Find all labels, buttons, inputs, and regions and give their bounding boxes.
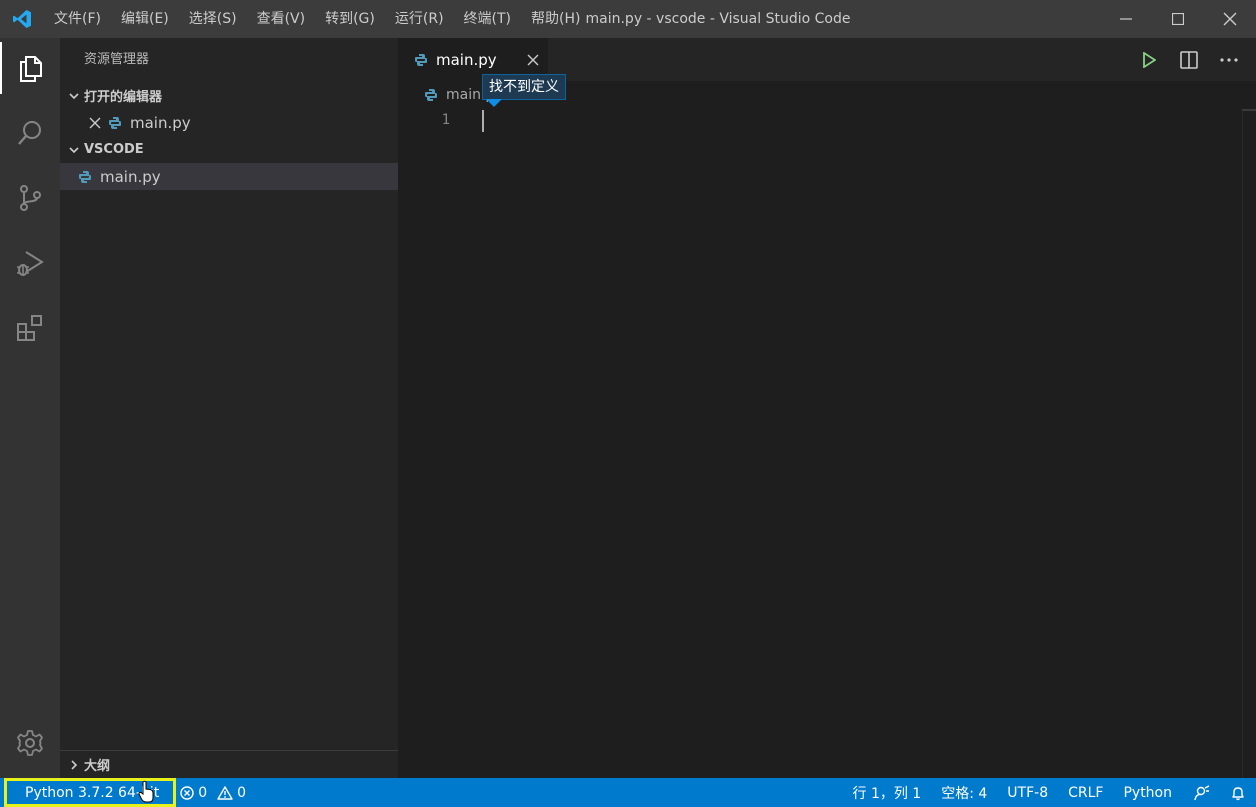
activity-explorer[interactable] xyxy=(0,42,60,94)
minimize-button[interactable] xyxy=(1100,0,1152,38)
status-right: 行 1，列 1 空格: 4 UTF-8 CRLF Python xyxy=(843,778,1256,807)
menu-terminal[interactable]: 终端(T) xyxy=(454,0,521,38)
sidebar-title: 资源管理器 xyxy=(84,52,150,67)
status-bar: Python 3.7.2 64-bit 0 0 行 1，列 1 空格: 4 UT… xyxy=(0,778,1256,807)
run-python-file-button[interactable] xyxy=(1136,47,1162,73)
split-editor-icon xyxy=(1180,50,1198,69)
source-control-icon xyxy=(20,185,41,211)
activity-source-control[interactable] xyxy=(0,172,60,224)
chevron-down-icon xyxy=(64,144,84,156)
chevron-right-icon xyxy=(64,759,84,771)
feedback-icon xyxy=(1194,784,1210,800)
python-file-icon xyxy=(424,88,438,102)
end-of-line[interactable]: CRLF xyxy=(1058,778,1113,807)
run-icon xyxy=(1143,51,1156,68)
feedback-button[interactable] xyxy=(1182,778,1220,807)
warning-count: 0 xyxy=(237,784,247,801)
activity-manage[interactable] xyxy=(0,717,60,769)
tooltip-arrow-icon xyxy=(486,99,502,107)
split-editor-button[interactable] xyxy=(1176,47,1202,73)
open-editors-label: 打开的编辑器 xyxy=(84,90,163,105)
folder-label: VSCODE xyxy=(84,142,144,157)
search-icon xyxy=(18,121,41,145)
minimize-icon xyxy=(1120,18,1132,20)
maximize-button[interactable] xyxy=(1152,0,1204,38)
outline-label: 大纲 xyxy=(84,759,111,774)
open-editor-filename: main.py xyxy=(130,113,191,132)
vertical-scrollbar[interactable] xyxy=(1242,109,1256,778)
error-count: 0 xyxy=(198,784,208,801)
close-editor-icon[interactable] xyxy=(86,117,104,129)
editor-actions xyxy=(1136,38,1242,81)
open-editor-item[interactable]: main.py xyxy=(60,109,398,136)
editor-area: main.py main.py 1 找不到定义 xyxy=(398,38,1256,778)
more-actions-icon xyxy=(1220,57,1238,62)
python-file-icon xyxy=(78,170,92,184)
notifications-button[interactable] xyxy=(1220,778,1256,807)
line-number: 1 xyxy=(441,112,450,128)
scrollbar-thumb[interactable] xyxy=(1242,109,1256,111)
warning-icon xyxy=(217,785,233,800)
outline-header[interactable]: 大纲 xyxy=(60,750,398,778)
python-file-icon xyxy=(414,53,428,67)
activity-search[interactable] xyxy=(0,107,60,159)
menu-run[interactable]: 运行(R) xyxy=(385,0,454,38)
menu-edit[interactable]: 编辑(E) xyxy=(111,0,179,38)
menu-file[interactable]: 文件(F) xyxy=(44,0,111,38)
cursor-position[interactable]: 行 1，列 1 xyxy=(843,778,932,807)
close-window-button[interactable] xyxy=(1204,0,1256,38)
activity-extensions[interactable] xyxy=(0,302,60,354)
error-icon xyxy=(180,785,194,800)
hand-pointer-icon xyxy=(138,780,154,803)
maximize-icon xyxy=(1172,13,1184,25)
tab-close-icon[interactable] xyxy=(518,54,548,66)
tree-filename: main.py xyxy=(100,167,161,186)
activity-bar xyxy=(0,38,60,778)
problems-indicator[interactable]: 0 0 xyxy=(176,785,246,801)
run-debug-icon xyxy=(17,251,44,276)
extensions-icon xyxy=(17,315,42,341)
code-line[interactable]: 1 xyxy=(398,109,1256,132)
definition-tooltip: 找不到定义 xyxy=(482,74,566,100)
open-editors-header[interactable]: 打开的编辑器 xyxy=(60,82,398,109)
menu-view[interactable]: 查看(V) xyxy=(247,0,316,38)
explorer-icon xyxy=(20,56,42,82)
language-mode[interactable]: Python xyxy=(1113,778,1182,807)
python-file-icon xyxy=(108,116,122,130)
text-cursor xyxy=(482,110,484,132)
folder-header[interactable]: VSCODE xyxy=(60,136,398,163)
tree-file-item[interactable]: main.py xyxy=(60,163,398,190)
menu-help[interactable]: 帮助(H) xyxy=(521,0,590,38)
tab-label: main.py xyxy=(436,50,497,69)
indentation[interactable]: 空格: 4 xyxy=(931,778,997,807)
menu-selection[interactable]: 选择(S) xyxy=(179,0,247,38)
encoding[interactable]: UTF-8 xyxy=(997,778,1058,807)
close-icon xyxy=(1223,12,1237,26)
explorer-sidebar: 资源管理器 打开的编辑器 main.py VSCODE main.py 大纲 xyxy=(60,38,398,778)
more-actions-button[interactable] xyxy=(1216,47,1242,73)
vscode-window: 文件(F) 编辑(E) 选择(S) 查看(V) 转到(G) 运行(R) 终端(T… xyxy=(0,0,1256,807)
title-bar: 文件(F) 编辑(E) 选择(S) 查看(V) 转到(G) 运行(R) 终端(T… xyxy=(0,0,1256,38)
settings-gear-icon xyxy=(17,730,43,756)
bell-icon xyxy=(1232,786,1244,800)
window-controls xyxy=(1100,0,1256,38)
menu-bar: 文件(F) 编辑(E) 选择(S) 查看(V) 转到(G) 运行(R) 终端(T… xyxy=(44,0,590,38)
chevron-down-icon xyxy=(64,90,84,102)
menu-go[interactable]: 转到(G) xyxy=(315,0,385,38)
vscode-logo-icon xyxy=(0,0,44,38)
activity-run-debug[interactable] xyxy=(0,237,60,289)
